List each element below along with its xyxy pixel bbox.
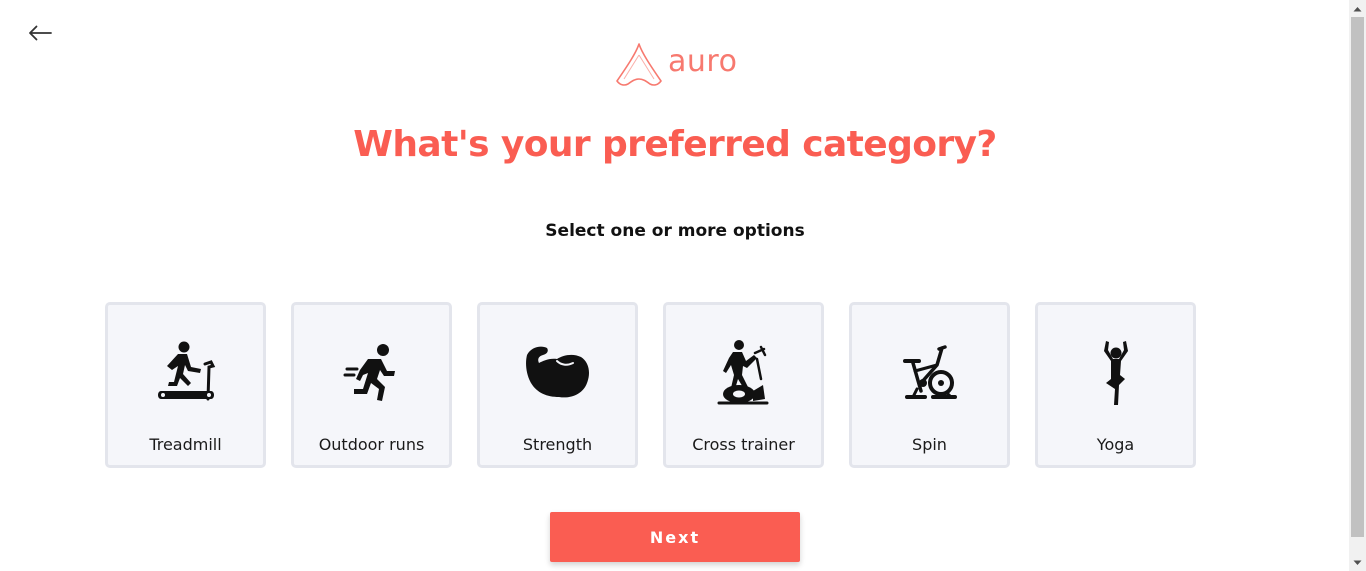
elliptical-icon [709,339,779,409]
page-subtitle: Select one or more options [545,221,805,241]
flexed-bicep-icon [523,339,593,409]
auro-triangle-icon [616,43,662,86]
arrow-left-icon [29,25,52,41]
spin-bike-icon [895,339,965,409]
next-button[interactable]: Next [550,512,800,562]
page-title: What's your preferred category? [353,124,997,165]
yoga-pose-icon [1081,339,1151,409]
category-card-strength[interactable]: Strength [477,302,638,468]
category-label: Cross trainer [692,435,795,454]
category-label: Strength [522,435,593,454]
category-label: Outdoor runs [318,435,425,454]
category-label: Treadmill [149,435,222,454]
category-card-spin[interactable]: Spin [849,302,1010,468]
scrollbar-thumb[interactable] [1351,17,1364,537]
back-button[interactable] [26,20,54,46]
vertical-scrollbar[interactable] [1349,0,1366,571]
category-label: Spin [912,435,947,454]
runner-icon [337,339,407,409]
category-card-cross-trainer[interactable]: Cross trainer [663,302,824,468]
logo-wordmark: auro [668,43,738,79]
scroll-up-icon[interactable] [1349,0,1366,17]
category-options: Treadmill Outdoor runs Strength Cross tr… [105,302,1196,468]
treadmill-icon [151,339,221,409]
onboarding-page: auro What's your preferred category? Sel… [0,0,1366,571]
category-card-outdoor-runs[interactable]: Outdoor runs [291,302,452,468]
auro-logo: auro [614,40,737,88]
category-card-treadmill[interactable]: Treadmill [105,302,266,468]
scroll-down-icon[interactable] [1349,554,1366,571]
category-card-yoga[interactable]: Yoga [1035,302,1196,468]
category-label: Yoga [1096,435,1135,454]
